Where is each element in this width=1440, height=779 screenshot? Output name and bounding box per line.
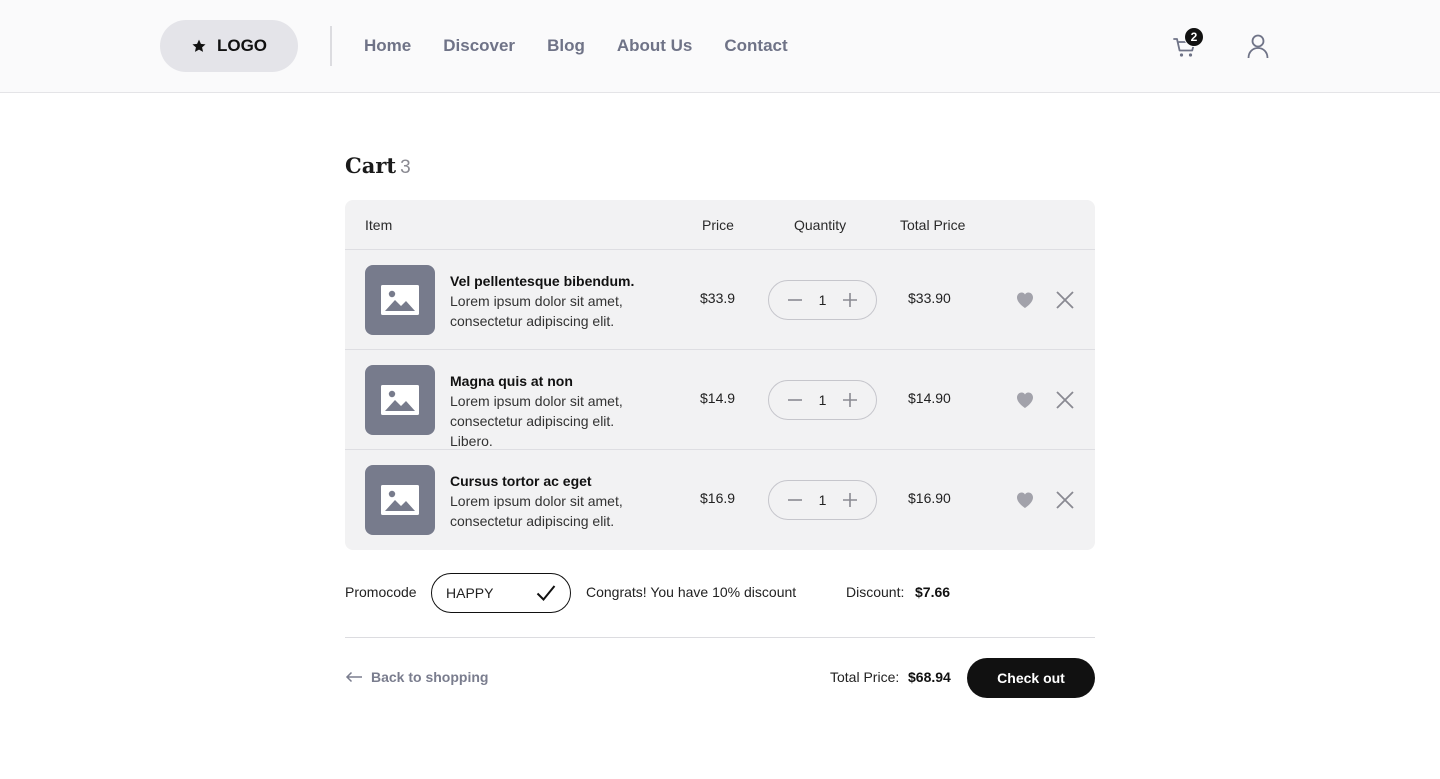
close-icon[interactable] <box>1055 290 1075 310</box>
logo-button[interactable]: LOGO <box>160 20 298 72</box>
promocode-input[interactable]: HAPPY <box>431 573 571 613</box>
item-name[interactable]: Vel pellentesque bibendum. <box>450 271 650 291</box>
check-icon[interactable] <box>536 584 556 602</box>
image-placeholder-icon <box>381 385 419 415</box>
heart-icon[interactable] <box>1015 290 1035 310</box>
cart-count-badge: 2 <box>1184 27 1204 47</box>
column-header-total-price: Total Price <box>900 217 966 233</box>
nav-about-us[interactable]: About Us <box>617 36 693 56</box>
quantity-value[interactable]: 1 <box>819 292 827 308</box>
minus-icon[interactable] <box>787 492 803 508</box>
user-icon[interactable] <box>1246 33 1270 59</box>
item-info: Cursus tortor ac eget Lorem ipsum dolor … <box>450 471 650 531</box>
cart-title-label: Cart <box>345 153 397 178</box>
promocode-message: Congrats! You have 10% discount <box>586 584 797 600</box>
cart-row: Cursus tortor ac eget Lorem ipsum dolor … <box>345 450 1095 550</box>
item-price: $16.9 <box>700 490 736 506</box>
cart-table: Item Price Quantity Total Price Vel pell… <box>345 200 1095 550</box>
product-thumbnail[interactable] <box>365 365 435 435</box>
discount-value: $7.66 <box>915 584 951 600</box>
column-header-item: Item <box>365 217 393 233</box>
logo-label: LOGO <box>216 36 268 55</box>
summary-divider <box>345 637 1095 638</box>
quantity-stepper: 1 <box>768 280 877 320</box>
discount-label: Discount: <box>846 584 905 600</box>
item-total-price: $14.90 <box>908 390 951 406</box>
item-description: Lorem ipsum dolor sit amet, consectetur … <box>450 493 623 529</box>
item-price: $33.9 <box>700 290 736 306</box>
plus-icon[interactable] <box>842 392 858 408</box>
item-name[interactable]: Magna quis at non <box>450 371 650 391</box>
item-description: Lorem ipsum dolor sit amet, consectetur … <box>450 393 623 449</box>
column-header-quantity: Quantity <box>794 217 847 233</box>
quantity-stepper: 1 <box>768 380 877 420</box>
nav-home[interactable]: Home <box>364 36 411 56</box>
back-to-shopping-link[interactable]: Back to shopping <box>345 669 488 685</box>
quantity-value[interactable]: 1 <box>819 392 827 408</box>
nav-discover[interactable]: Discover <box>443 36 515 56</box>
total-price-value: $68.94 <box>908 669 951 685</box>
quantity-value[interactable]: 1 <box>819 492 827 508</box>
nav-contact[interactable]: Contact <box>724 36 787 56</box>
cart-row: Vel pellentesque bibendum. Lorem ipsum d… <box>345 250 1095 350</box>
heart-icon[interactable] <box>1015 390 1035 410</box>
back-to-shopping-label: Back to shopping <box>371 669 489 685</box>
item-total-price: $16.90 <box>908 490 951 506</box>
item-description: Lorem ipsum dolor sit amet, consectetur … <box>450 293 623 329</box>
heart-icon[interactable] <box>1015 490 1035 510</box>
site-header: LOGO Home Discover Blog About Us Contact… <box>0 0 1440 93</box>
close-icon[interactable] <box>1055 490 1075 510</box>
header-divider <box>330 26 332 66</box>
product-thumbnail[interactable] <box>365 265 435 335</box>
total-price-label: Total Price: <box>830 669 900 685</box>
product-thumbnail[interactable] <box>365 465 435 535</box>
star-icon <box>192 39 206 52</box>
quantity-stepper: 1 <box>768 480 877 520</box>
nav-blog[interactable]: Blog <box>547 36 585 56</box>
item-price: $14.9 <box>700 390 736 406</box>
item-info: Vel pellentesque bibendum. Lorem ipsum d… <box>450 271 650 331</box>
item-name[interactable]: Cursus tortor ac eget <box>450 471 650 491</box>
promocode-label: Promocode <box>345 584 417 600</box>
column-header-price: Price <box>702 217 734 233</box>
cart-title: Cart 3 <box>345 153 411 179</box>
cart-row: Magna quis at non Lorem ipsum dolor sit … <box>345 350 1095 450</box>
arrow-left-icon <box>345 671 362 683</box>
minus-icon[interactable] <box>787 292 803 308</box>
main-nav: Home Discover Blog About Us Contact <box>364 0 788 92</box>
item-total-price: $33.90 <box>908 290 951 306</box>
cart-item-count: 3 <box>400 157 411 178</box>
cart-table-header: Item Price Quantity Total Price <box>345 200 1095 250</box>
checkout-button[interactable]: Check out <box>967 658 1095 698</box>
item-info: Magna quis at non Lorem ipsum dolor sit … <box>450 371 650 451</box>
promocode-value: HAPPY <box>446 585 494 601</box>
image-placeholder-icon <box>381 285 419 315</box>
close-icon[interactable] <box>1055 390 1075 410</box>
plus-icon[interactable] <box>842 492 858 508</box>
plus-icon[interactable] <box>842 292 858 308</box>
minus-icon[interactable] <box>787 392 803 408</box>
image-placeholder-icon <box>381 485 419 515</box>
